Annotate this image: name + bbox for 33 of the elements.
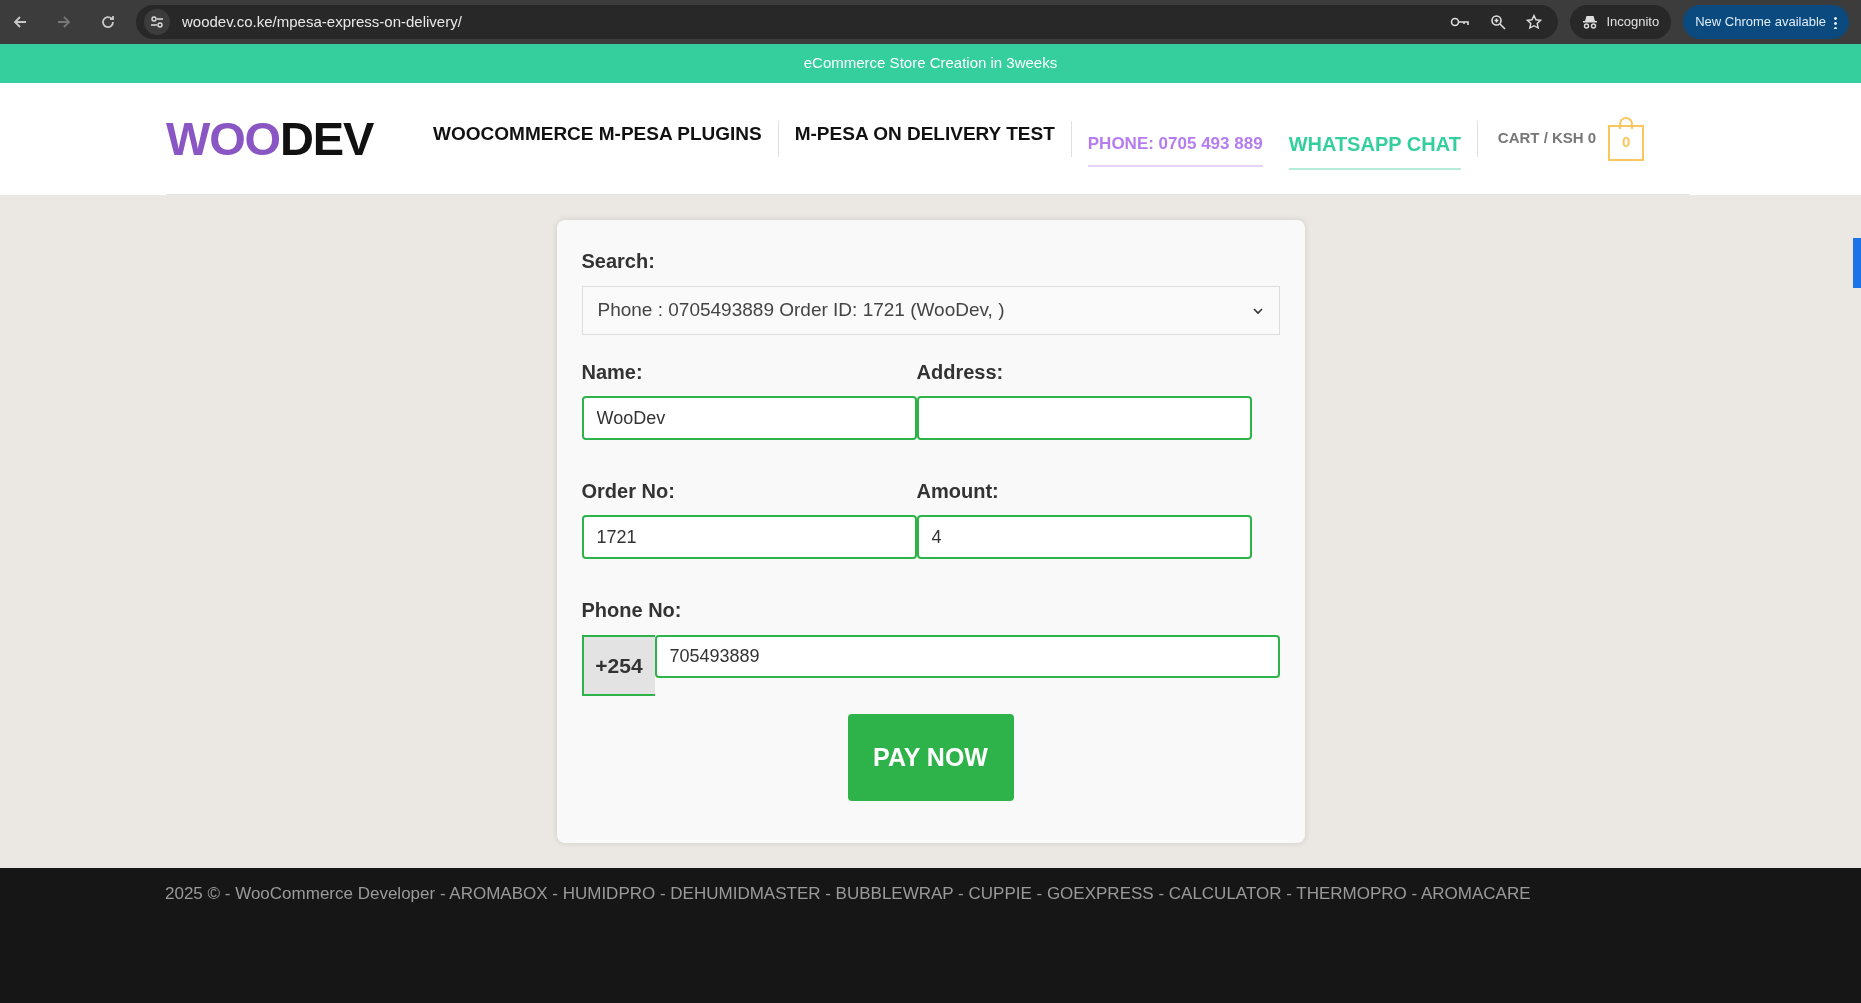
field-label: Address: [916,360,1005,385]
promo-banner: eCommerce Store Creation in 3weeks [0,44,1861,83]
field-label: Name: [581,360,644,385]
search-select[interactable]: Phone : 0705493889 Order ID: 1721 (WooDev, ) [581,286,1280,335]
field-label: Amount: [916,479,1000,504]
incognito-chip[interactable]: Incognito [1570,5,1672,39]
country-code-prefix: +254 [581,635,655,696]
address-bar[interactable]: woodev.co.ke/mpesa-express-on-delivery/ [136,5,1559,39]
more-icon [1834,15,1837,29]
reload-icon[interactable] [100,14,116,30]
text-input[interactable]: 1721 [581,515,917,559]
field-label: Order No: [581,479,676,504]
site-settings-icon[interactable] [144,9,170,35]
nav-link[interactable]: M-PESA ON DELIVERY TEST [794,120,1055,149]
forward-icon[interactable] [56,14,72,30]
text-input[interactable]: WooDev [581,396,917,440]
site-logo[interactable]: WOODEV [166,115,374,162]
incognito-label: Incognito [1606,13,1660,32]
url-text: woodev.co.ke/mpesa-express-on-delivery/ [182,11,463,32]
cart-link[interactable]: CART / KSH 0 [1497,127,1597,150]
update-chrome-button[interactable]: New Chrome available [1683,5,1849,39]
footer-text: 2025 © - WooCommerce Developer - AROMABOX - HUMIDPRO - DEHUMIDMASTER - BUBBLEWRAP - CUPPIE - GOEXPRESS - CALCULATOR - THERMOPRO - AROMACARE [165,884,1531,903]
nav-link[interactable]: WOOCOMMERCE M-PESA PLUGINS [433,120,762,149]
incognito-icon [1582,14,1599,30]
star-icon[interactable] [1526,14,1543,30]
field-label: Search: [581,249,656,274]
text-input[interactable] [916,396,1252,440]
scrollbar[interactable] [1853,238,1861,288]
text-input[interactable]: 4 [916,515,1252,559]
phone-input[interactable]: 705493889 [654,635,1280,678]
field-label: Phone No: [581,598,683,623]
zoom-icon[interactable] [1490,14,1507,30]
back-icon[interactable] [12,14,28,30]
